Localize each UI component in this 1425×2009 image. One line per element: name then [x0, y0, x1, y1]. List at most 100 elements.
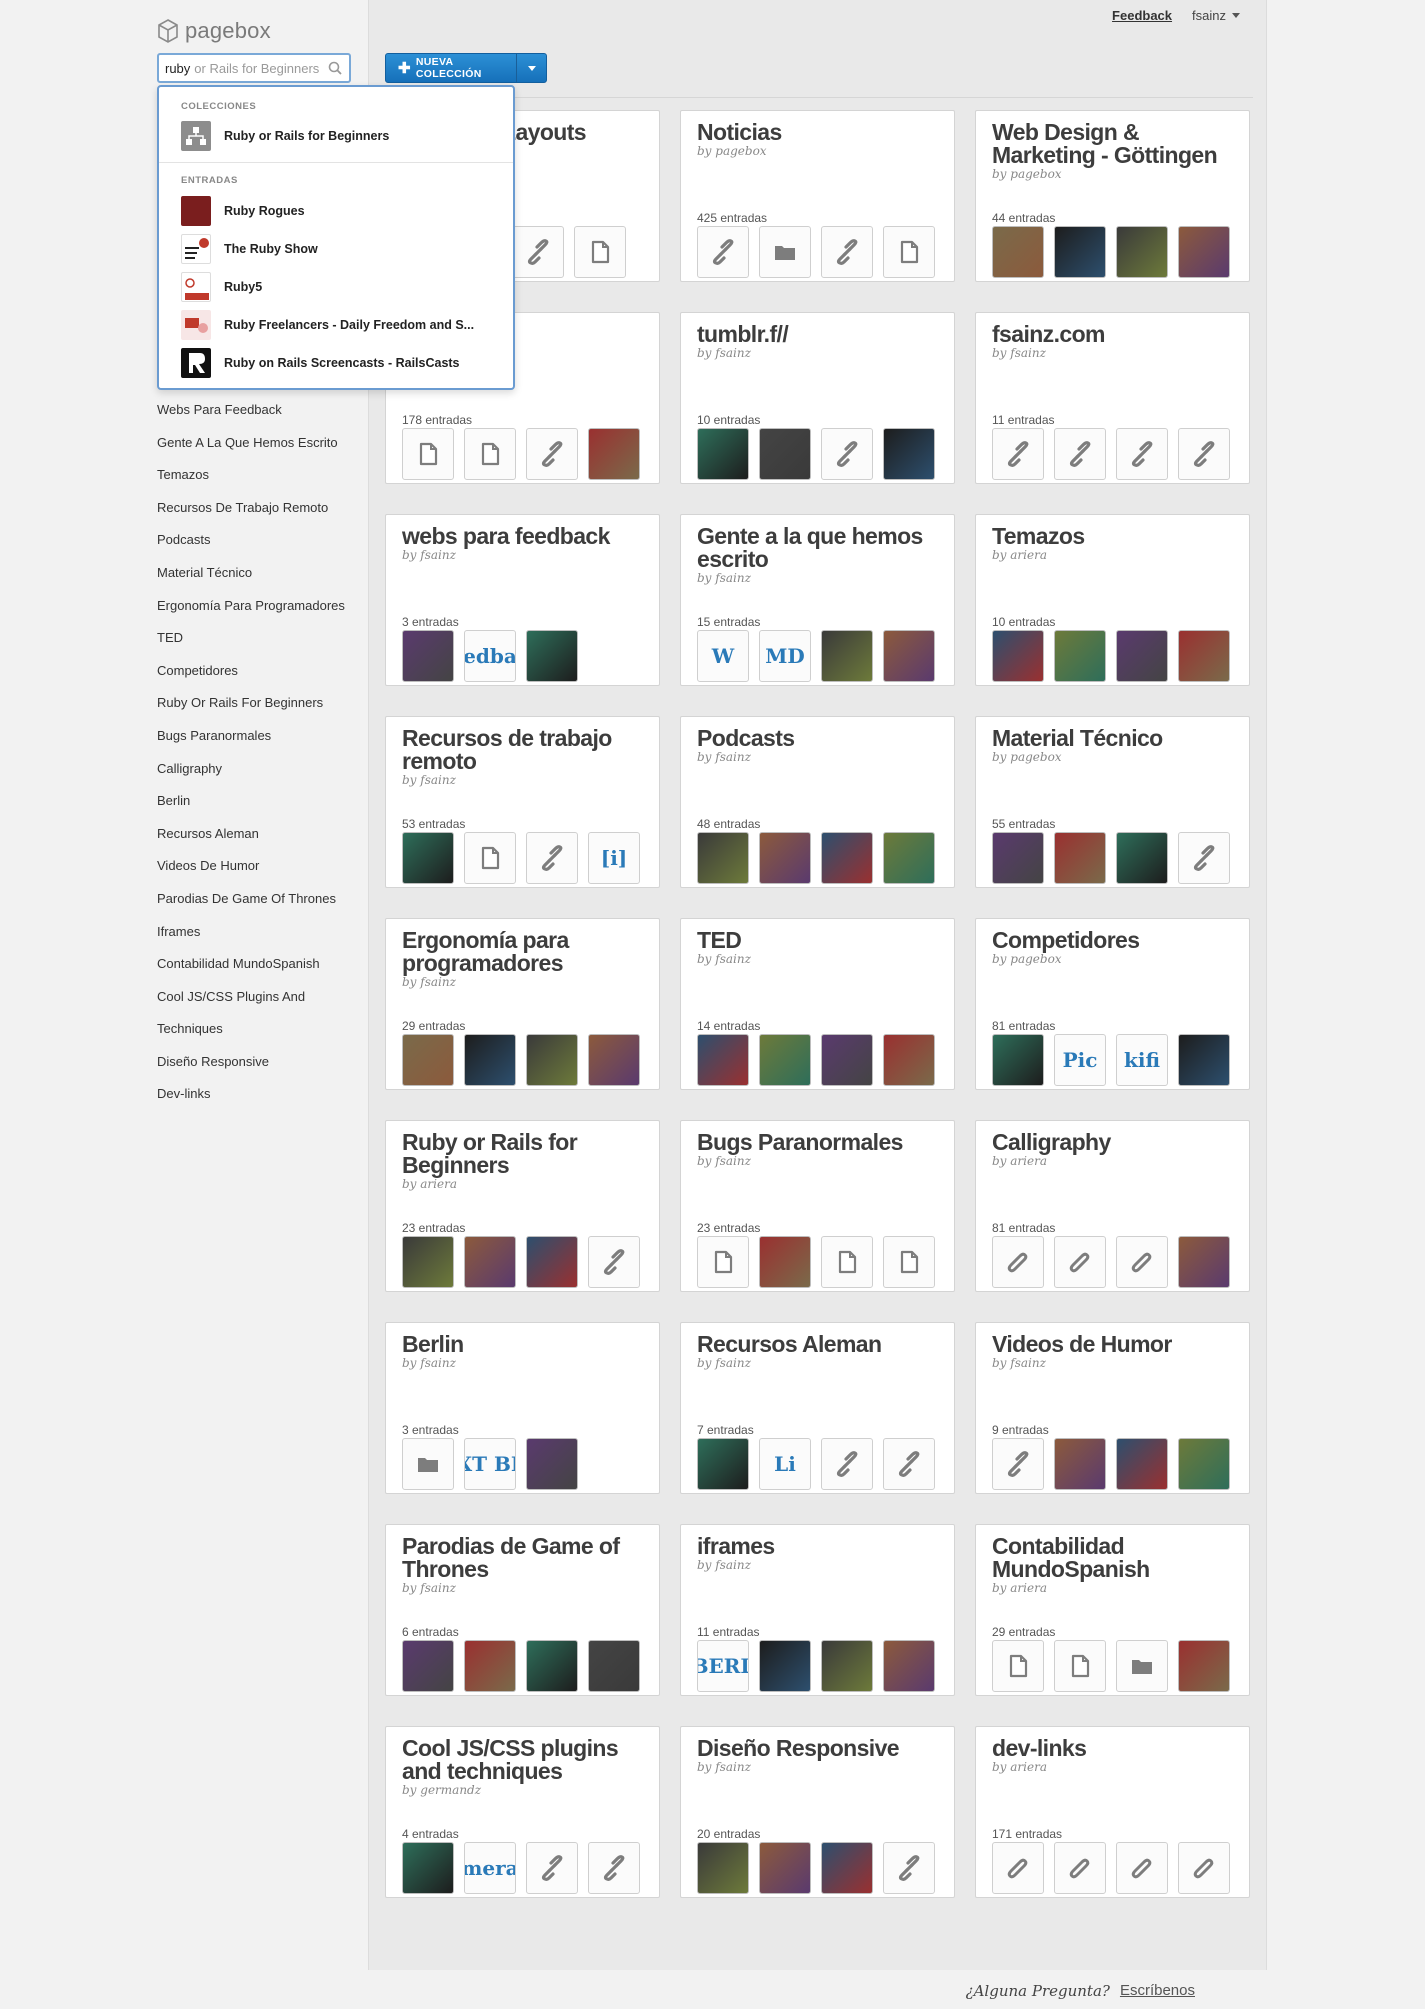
sidebar-item[interactable]: Calligraphy	[157, 761, 345, 794]
sidebar-item[interactable]: Berlin	[157, 793, 345, 826]
entry-thumbnail[interactable]	[883, 832, 935, 884]
link-icon[interactable]	[1178, 832, 1230, 884]
collection-title[interactable]: Videos de Humor	[992, 1333, 1237, 1356]
entry-thumbnail[interactable]	[697, 832, 749, 884]
collection-card[interactable]: TED by fsainz 14 entradas	[680, 918, 955, 1090]
collection-card[interactable]: fsainz.com by fsainz 11 entradas	[975, 312, 1250, 484]
new-collection-main[interactable]: ✚ NUEVA COLECCIÓN	[386, 54, 516, 82]
sidebar-item[interactable]: Cool JS/CSS Plugins And	[157, 989, 345, 1022]
link-icon[interactable]	[821, 226, 873, 278]
document-icon[interactable]	[574, 226, 626, 278]
sidebar-item[interactable]: Podcasts	[157, 532, 345, 565]
dropdown-entry-item[interactable]: Ruby5	[159, 268, 513, 306]
sidebar-item[interactable]: Parodias De Game Of Thrones	[157, 891, 345, 924]
sidebar-item[interactable]: Videos De Humor	[157, 858, 345, 891]
collection-card[interactable]: Temazos by ariera 10 entradas	[975, 514, 1250, 686]
collection-title[interactable]: Diseño Responsive	[697, 1737, 942, 1760]
entry-thumbnail[interactable]	[883, 428, 935, 480]
link-icon[interactable]	[526, 428, 578, 480]
entry-thumbnail[interactable]	[526, 1438, 578, 1490]
entry-thumbnail[interactable]	[1178, 1640, 1230, 1692]
entry-thumbnail[interactable]	[821, 630, 873, 682]
paperclip-icon[interactable]	[992, 1236, 1044, 1288]
entry-thumbnail[interactable]	[1178, 226, 1230, 278]
collection-title[interactable]: Parodias de Game of Thrones	[402, 1535, 647, 1581]
sidebar-item[interactable]: Iframes	[157, 924, 345, 957]
entry-thumbnail[interactable]: BERL	[697, 1640, 749, 1692]
entry-thumbnail[interactable]	[402, 1034, 454, 1086]
entry-thumbnail[interactable]	[759, 428, 811, 480]
collection-card[interactable]: Diseño Responsive by fsainz 20 entradas	[680, 1726, 955, 1898]
collection-title[interactable]: webs para feedback	[402, 525, 647, 548]
collection-card[interactable]: Parodias de Game of Thrones by fsainz 6 en…	[385, 1524, 660, 1696]
entry-thumbnail[interactable]	[1054, 832, 1106, 884]
contact-link[interactable]: Escríbenos	[1120, 1982, 1195, 2000]
entry-thumbnail[interactable]: kifi	[1116, 1034, 1168, 1086]
entry-thumbnail[interactable]	[402, 832, 454, 884]
collection-card[interactable]: Material Técnico by pagebox 55 entradas	[975, 716, 1250, 888]
entry-thumbnail[interactable]	[992, 630, 1044, 682]
collection-title[interactable]: Bugs Paranormales	[697, 1131, 942, 1154]
pagebox-logo[interactable]: pagebox	[157, 18, 271, 44]
entry-thumbnail[interactable]	[464, 1236, 516, 1288]
link-icon[interactable]	[526, 1842, 578, 1894]
collection-title[interactable]: Berlin	[402, 1333, 647, 1356]
document-icon[interactable]	[402, 428, 454, 480]
entry-thumbnail[interactable]	[697, 428, 749, 480]
entry-thumbnail[interactable]	[992, 1034, 1044, 1086]
entry-thumbnail[interactable]	[821, 1034, 873, 1086]
collection-title[interactable]: Temazos	[992, 525, 1237, 548]
dropdown-entry-item[interactable]: Ruby on Rails Screencasts - RailsCasts	[159, 344, 513, 382]
collection-title[interactable]: Competidores	[992, 929, 1237, 952]
entry-thumbnail[interactable]	[588, 1640, 640, 1692]
dropdown-entry-item[interactable]: The Ruby Show	[159, 230, 513, 268]
entry-thumbnail[interactable]	[883, 630, 935, 682]
collection-card[interactable]: iframesby fsainz 11 entradasBERL	[680, 1524, 955, 1696]
collection-card[interactable]: Ergonomía para programadores by fsainz 29 …	[385, 918, 660, 1090]
collection-card[interactable]: Noticias by pagebox 425 entradas	[680, 110, 955, 282]
document-icon[interactable]	[883, 1236, 935, 1288]
collection-title[interactable]: Contabilidad MundoSpanish	[992, 1535, 1237, 1581]
entry-thumbnail[interactable]: Pic	[1054, 1034, 1106, 1086]
entry-thumbnail[interactable]	[1054, 630, 1106, 682]
link-icon[interactable]	[821, 1438, 873, 1490]
collection-card[interactable]: Podcasts by fsainz 48 entradas	[680, 716, 955, 888]
entry-thumbnail[interactable]	[526, 1236, 578, 1288]
paperclip-icon[interactable]	[1116, 1842, 1168, 1894]
document-icon[interactable]	[464, 832, 516, 884]
entry-thumbnail[interactable]: Numeral.js	[464, 1842, 516, 1894]
entry-thumbnail[interactable]	[697, 1034, 749, 1086]
collection-title[interactable]: TED	[697, 929, 942, 952]
collection-card[interactable]: Calligraphy by ariera 81 entradas	[975, 1120, 1250, 1292]
entry-thumbnail[interactable]	[402, 630, 454, 682]
dropdown-entry-item[interactable]: Ruby Freelancers - Daily Freedom and S..…	[159, 306, 513, 344]
collection-card[interactable]: Contabilidad MundoSpanish by ariera 29 ent…	[975, 1524, 1250, 1696]
entry-thumbnail[interactable]	[526, 630, 578, 682]
dropdown-collection-item[interactable]: Ruby or Rails for Beginners	[159, 117, 513, 155]
link-icon[interactable]	[588, 1236, 640, 1288]
entry-thumbnail[interactable]	[992, 832, 1044, 884]
sidebar-item[interactable]: Gente A La Que Hemos Escrito	[157, 435, 345, 468]
entry-thumbnail[interactable]	[821, 1842, 873, 1894]
link-icon[interactable]	[526, 832, 578, 884]
sidebar-item[interactable]: TED	[157, 630, 345, 663]
link-icon[interactable]	[588, 1842, 640, 1894]
link-icon[interactable]	[1054, 428, 1106, 480]
entry-thumbnail[interactable]	[1054, 226, 1106, 278]
collection-card[interactable]: Cool JS/CSS plugins and techniques by ger…	[385, 1726, 660, 1898]
entry-thumbnail[interactable]: [i]	[588, 832, 640, 884]
collection-title[interactable]: Cool JS/CSS plugins and techniques	[402, 1737, 647, 1783]
sidebar-item[interactable]: Recursos Aleman	[157, 826, 345, 859]
collection-title[interactable]: Calligraphy	[992, 1131, 1237, 1154]
entry-thumbnail[interactable]	[821, 1640, 873, 1692]
link-icon[interactable]	[697, 226, 749, 278]
entry-thumbnail[interactable]	[697, 1438, 749, 1490]
entry-thumbnail[interactable]	[402, 1842, 454, 1894]
entry-thumbnail[interactable]	[759, 1842, 811, 1894]
sidebar-item[interactable]: Material Técnico	[157, 565, 345, 598]
user-menu[interactable]: fsainz	[1192, 8, 1240, 23]
paperclip-icon[interactable]	[992, 1842, 1044, 1894]
collection-title[interactable]: Gente a la que hemos escrito	[697, 525, 942, 571]
entry-thumbnail[interactable]: MD	[759, 630, 811, 682]
entry-thumbnail[interactable]	[1178, 1438, 1230, 1490]
